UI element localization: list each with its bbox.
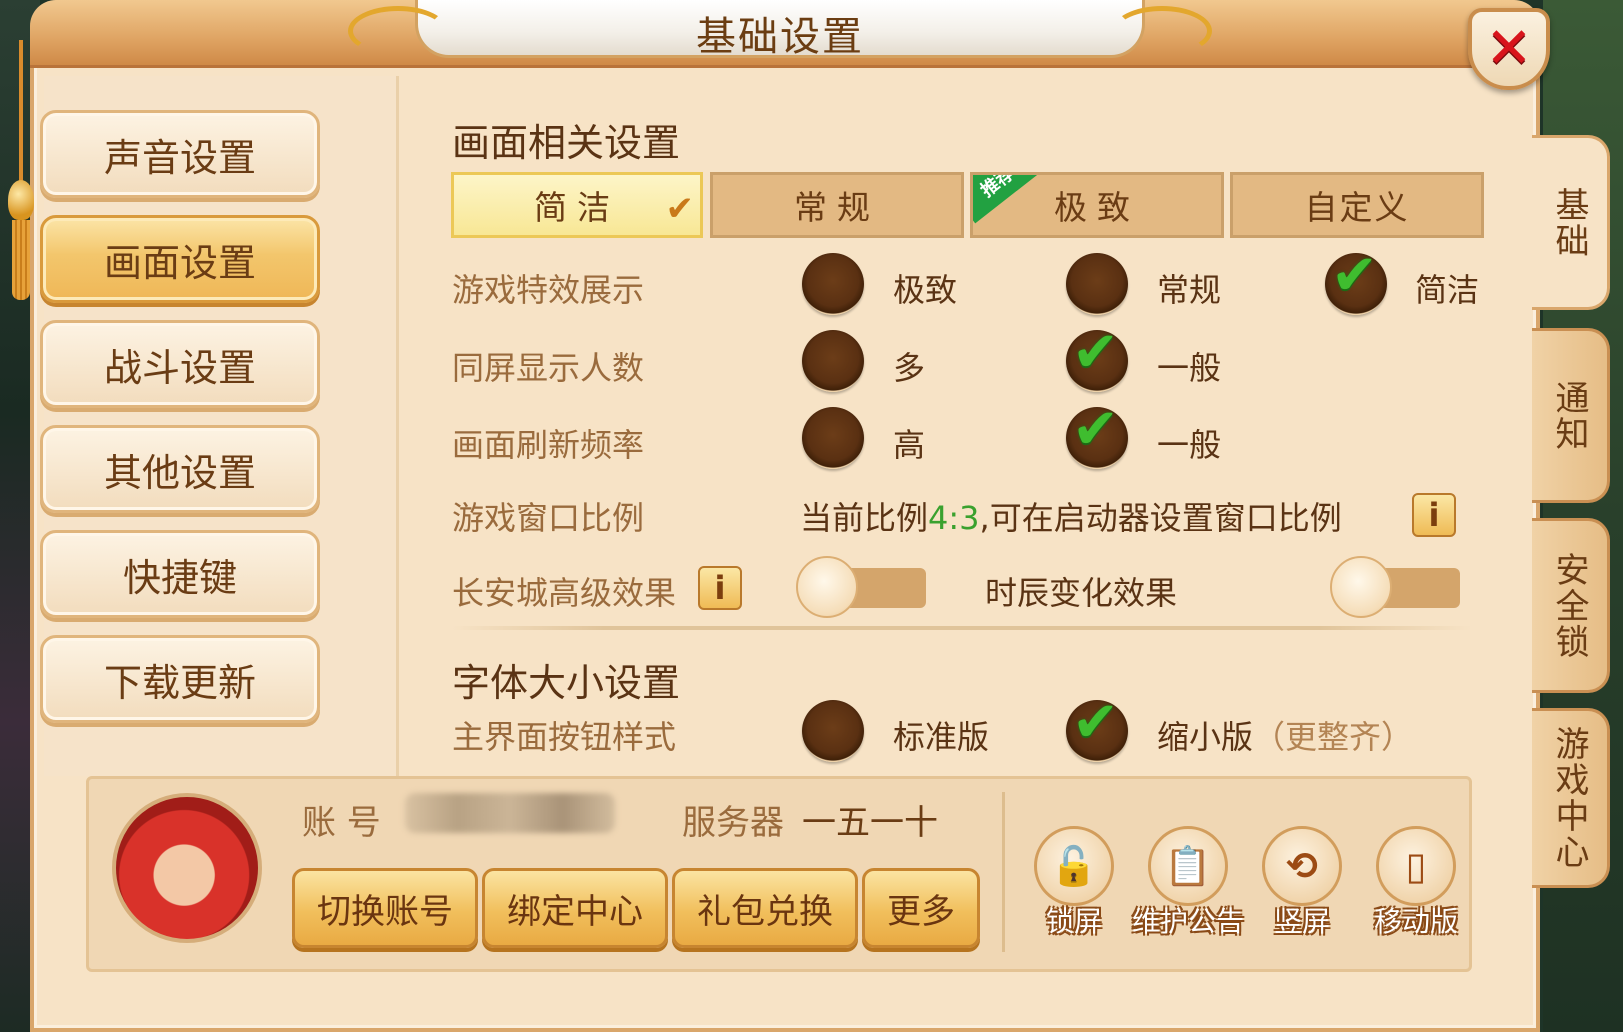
tab-security-lock[interactable]: 安全锁 [1532, 518, 1610, 693]
ratio-prefix: 当前比例 [800, 499, 929, 537]
time-change-toggle[interactable] [1330, 556, 1460, 618]
button-style-option-label: 缩小版（更整齐） [1157, 712, 1413, 758]
toggle-knob [796, 556, 858, 618]
tool-label: 维护公告 [1131, 905, 1244, 938]
effects-option-label: 常规 [1157, 271, 1222, 309]
changan-effect-toggle[interactable] [796, 556, 926, 618]
check-icon: ✔ [1072, 320, 1119, 385]
nav-other-settings[interactable]: 其他设置 [40, 425, 320, 513]
tab-notification[interactable]: 通知 [1532, 328, 1610, 503]
recommended-ribbon: 推荐 [973, 175, 1044, 224]
button-style-radio-compact[interactable]: ✔ [1066, 690, 1128, 762]
check-icon: ✔ [1331, 243, 1378, 308]
check-icon: ✔ [1072, 690, 1119, 755]
nav-display-settings[interactable]: 画面设置 [40, 215, 320, 303]
more-button[interactable]: 更多 [862, 868, 980, 948]
players-label: 同屏显示人数 [452, 349, 645, 387]
button-style-radio-standard[interactable] [802, 700, 864, 762]
refresh-radio-high[interactable] [802, 407, 864, 469]
lock-icon: 🔓 [1034, 826, 1114, 906]
effects-radio-ultimate[interactable] [802, 253, 864, 315]
bar-divider [1002, 792, 1005, 952]
portrait-mode-button[interactable]: ⟲ 竖屏 [1242, 826, 1362, 946]
window-title: 基础设置 [696, 14, 864, 60]
effects-option-label: 简洁 [1415, 271, 1480, 309]
mode-tab-normal[interactable]: 常规 [710, 172, 964, 238]
phone-icon: ▯ [1376, 826, 1456, 906]
avatar[interactable] [112, 793, 262, 943]
changan-effect-label: 长安城高级效果 [452, 574, 677, 612]
binding-center-button[interactable]: 绑定中心 [482, 868, 668, 948]
mode-tab-label: 常规 [794, 188, 880, 227]
refresh-option-label: 高 [893, 426, 926, 464]
ratio-suffix: ,可在启动器设置窗口比例 [979, 499, 1342, 537]
mode-tab-custom[interactable]: 自定义 [1230, 172, 1484, 238]
refresh-radio-normal[interactable]: ✔ [1066, 397, 1128, 469]
maintenance-notice-button[interactable]: 📋 维护公告 [1128, 826, 1248, 946]
changan-info-button[interactable]: i [698, 566, 742, 610]
nav-download-update[interactable]: 下载更新 [40, 635, 320, 723]
players-radio-many[interactable] [802, 330, 864, 392]
account-label: 账 号 [302, 803, 381, 843]
refresh-option-label: 一般 [1157, 426, 1222, 464]
mode-tab-label: 极致 [1054, 188, 1140, 227]
button-style-option-label: 标准版 [893, 718, 990, 756]
tassel-decoration [6, 40, 36, 300]
mode-tab-simple[interactable]: 简洁 ✔ [451, 172, 703, 238]
mode-tab-label: 自定义 [1304, 188, 1410, 227]
tab-game-center[interactable]: 游戏中心 [1532, 708, 1610, 888]
tab-basic[interactable]: 基础 [1532, 135, 1610, 310]
title-plaque: 基础设置 [348, 0, 1212, 60]
window-ratio-text: 当前比例4:3,可在启动器设置窗口比例 [800, 493, 1342, 539]
compact-option-note: （更整齐） [1253, 718, 1414, 756]
tool-label: 竖屏 [1273, 905, 1330, 938]
close-button[interactable]: ✕ [1468, 8, 1550, 90]
section-divider [452, 626, 1472, 630]
gift-redeem-button[interactable]: 礼包兑换 [672, 868, 858, 948]
effects-radio-simple[interactable]: ✔ [1325, 243, 1387, 315]
close-icon: ✕ [1485, 16, 1533, 81]
nav-shortcut-keys[interactable]: 快捷键 [40, 530, 320, 618]
toggle-knob [1330, 556, 1392, 618]
mobile-version-button[interactable]: ▯ 移动版 [1356, 826, 1476, 946]
rotate-screen-icon: ⟲ [1262, 826, 1342, 906]
refresh-label: 画面刷新频率 [452, 426, 645, 464]
server-value: 一五一十 [802, 803, 938, 843]
window-ratio-info-button[interactable]: i [1412, 493, 1456, 537]
players-option-label: 一般 [1157, 349, 1222, 387]
effects-option-label: 极致 [893, 271, 958, 309]
time-change-label: 时辰变化效果 [985, 574, 1178, 612]
check-icon: ✔ [665, 189, 695, 229]
switch-account-button[interactable]: 切换账号 [292, 868, 478, 948]
button-style-label: 主界面按钮样式 [452, 718, 677, 756]
nav-sound-settings[interactable]: 声音设置 [40, 110, 320, 198]
compact-option-text: 缩小版 [1157, 718, 1254, 756]
account-id-blurred [405, 793, 615, 833]
tool-label: 移动版 [1373, 905, 1458, 938]
mode-tab-ultimate[interactable]: 推荐 极致 [970, 172, 1224, 238]
effects-label: 游戏特效展示 [452, 271, 645, 309]
display-section-title: 画面相关设置 [452, 121, 681, 165]
clipboard-icon: 📋 [1148, 826, 1228, 906]
font-section-title: 字体大小设置 [452, 661, 681, 705]
window-ratio-label: 游戏窗口比例 [452, 499, 645, 537]
check-icon: ✔ [1072, 397, 1119, 462]
players-radio-normal[interactable]: ✔ [1066, 320, 1128, 392]
lock-screen-button[interactable]: 🔓 锁屏 [1014, 826, 1134, 946]
tool-label: 锁屏 [1045, 905, 1102, 938]
server-label: 服务器 [682, 803, 784, 843]
effects-radio-normal[interactable] [1066, 253, 1128, 315]
nav-battle-settings[interactable]: 战斗设置 [40, 320, 320, 408]
ratio-value: 4:3 [928, 499, 980, 537]
players-option-label: 多 [893, 349, 926, 387]
mode-tab-label: 简洁 [534, 188, 620, 227]
